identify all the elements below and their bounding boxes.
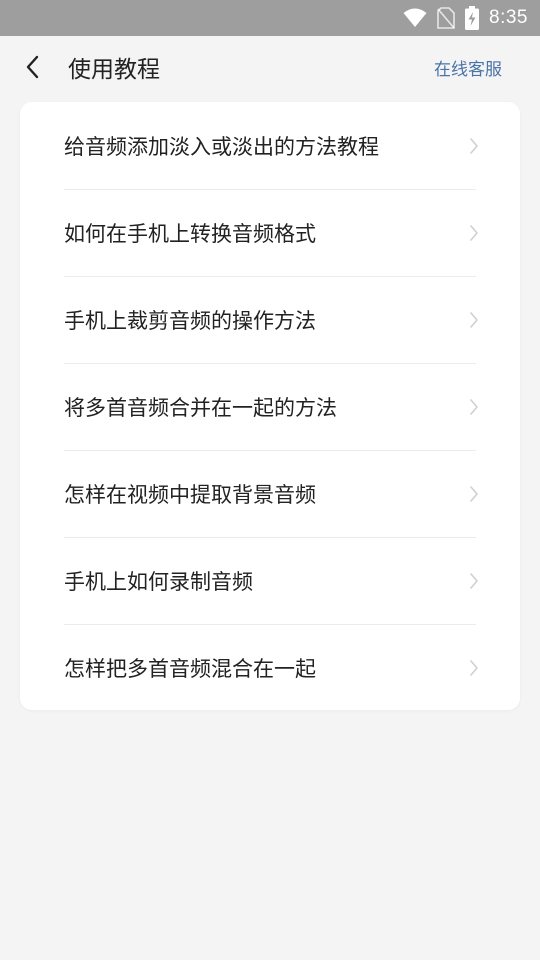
status-bar: 8:35 [0, 0, 540, 36]
tutorial-item-convert-format[interactable]: 如何在手机上转换音频格式 [64, 189, 478, 276]
chevron-right-icon [466, 222, 482, 244]
app-bar: 使用教程 在线客服 [0, 36, 540, 104]
tutorial-item-mix[interactable]: 怎样把多首音频混合在一起 [64, 624, 478, 710]
chevron-right-icon [466, 657, 482, 679]
tutorial-item-label: 将多首音频合并在一起的方法 [64, 396, 337, 420]
tutorial-item-label: 怎样在视频中提取背景音频 [64, 483, 316, 507]
tutorial-item-label: 怎样把多首音频混合在一起 [64, 657, 316, 681]
chevron-right-icon [466, 483, 482, 505]
wifi-icon [403, 8, 427, 28]
back-button[interactable] [18, 54, 48, 84]
tutorial-item-label: 手机上裁剪音频的操作方法 [64, 309, 316, 333]
tutorial-item-label: 如何在手机上转换音频格式 [64, 222, 316, 246]
tutorial-item-merge[interactable]: 将多首音频合并在一起的方法 [64, 363, 478, 450]
tutorial-item-trim[interactable]: 手机上裁剪音频的操作方法 [64, 276, 478, 363]
online-service-link[interactable]: 在线客服 [434, 57, 502, 83]
chevron-right-icon [466, 135, 482, 157]
no-sim-icon [437, 7, 455, 29]
tutorial-item-label: 给音频添加淡入或淡出的方法教程 [64, 134, 379, 159]
tutorial-item-record[interactable]: 手机上如何录制音频 [64, 537, 478, 624]
tutorial-list: 给音频添加淡入或淡出的方法教程 如何在手机上转换音频格式 手机上裁剪音频的操作方… [20, 102, 520, 710]
tutorial-item-extract[interactable]: 怎样在视频中提取背景音频 [64, 450, 478, 537]
chevron-left-icon [25, 55, 41, 83]
chevron-right-icon [466, 570, 482, 592]
chevron-right-icon [466, 309, 482, 331]
chevron-right-icon [466, 396, 482, 418]
page-title: 使用教程 [68, 57, 160, 83]
battery-charging-icon [465, 6, 480, 30]
status-time: 8:35 [489, 7, 528, 28]
tutorial-item-fade[interactable]: 给音频添加淡入或淡出的方法教程 [64, 102, 478, 189]
tutorial-item-label: 手机上如何录制音频 [64, 570, 253, 594]
